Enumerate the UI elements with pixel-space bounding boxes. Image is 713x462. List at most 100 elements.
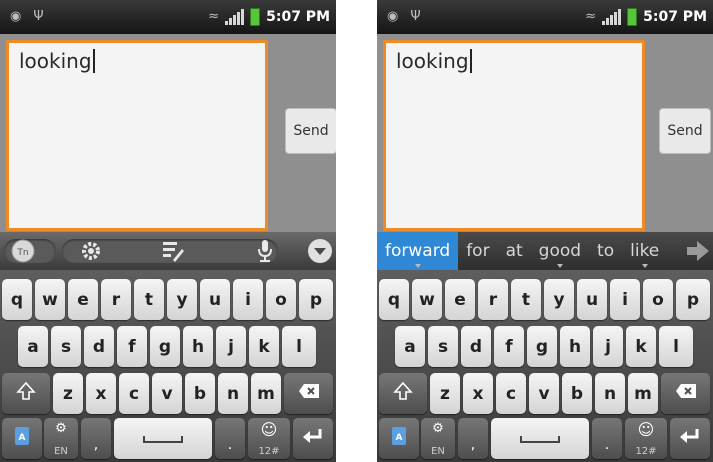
shift-icon (16, 381, 36, 406)
settings-icon: ⚙ (55, 421, 67, 436)
message-input[interactable]: looking (383, 40, 645, 231)
microphone-icon[interactable] (250, 232, 280, 270)
next-arrow-icon[interactable] (685, 239, 713, 263)
suggestion-word[interactable]: like (622, 232, 667, 270)
key-k[interactable]: k (249, 326, 279, 367)
comma-key[interactable]: , (81, 418, 111, 459)
key-g[interactable]: g (527, 326, 557, 367)
usb-icon: Ψ (410, 9, 421, 24)
key-y[interactable]: y (167, 279, 197, 320)
key-p[interactable]: p (676, 279, 710, 320)
key-n[interactable]: n (218, 373, 248, 414)
key-i[interactable]: i (610, 279, 640, 320)
key-e[interactable]: e (68, 279, 98, 320)
key-f[interactable]: f (117, 326, 147, 367)
period-key[interactable]: . (592, 418, 622, 459)
suggestion-word[interactable]: to (589, 232, 622, 270)
comma-label: , (93, 437, 99, 453)
enter-key[interactable] (293, 418, 333, 459)
input-method-icon[interactable]: Tn (8, 232, 38, 270)
key-s[interactable]: s (51, 326, 81, 367)
shift-key[interactable] (379, 373, 427, 414)
key-d[interactable]: d (461, 326, 491, 367)
key-d[interactable]: d (84, 326, 114, 367)
key-s[interactable]: s (428, 326, 458, 367)
suggestion-word[interactable]: forward (377, 232, 459, 270)
key-z[interactable]: z (53, 373, 83, 414)
key-o[interactable]: o (266, 279, 296, 320)
language-key[interactable]: ⚙ EN (44, 418, 78, 459)
edit-icon[interactable] (158, 232, 188, 270)
key-l[interactable]: l (282, 326, 316, 367)
status-bar: ◉ Ψ ≈ 5:07 PM (377, 0, 713, 34)
enter-key[interactable] (670, 418, 710, 459)
send-button[interactable]: Send (285, 108, 336, 154)
suggestion-word[interactable]: at (498, 232, 531, 270)
key-a[interactable]: a (395, 326, 425, 367)
key-j[interactable]: j (216, 326, 246, 367)
message-input[interactable]: looking (6, 40, 268, 231)
key-o[interactable]: o (643, 279, 673, 320)
svg-text:Tn: Tn (16, 248, 28, 258)
key-c[interactable]: c (119, 373, 149, 414)
key-n[interactable]: n (595, 373, 625, 414)
input-method-icon: A (391, 426, 407, 451)
key-h[interactable]: h (560, 326, 590, 367)
space-key[interactable] (114, 418, 212, 459)
text-cursor (469, 49, 472, 73)
key-m[interactable]: m (251, 373, 281, 414)
language-label: EN (54, 446, 68, 457)
symbol-key[interactable]: ☺ 12# (248, 418, 290, 459)
key-p[interactable]: p (299, 279, 333, 320)
key-t[interactable]: t (134, 279, 164, 320)
suggestion-word[interactable]: good (531, 232, 589, 270)
key-q[interactable]: q (379, 279, 409, 320)
shift-key[interactable] (2, 373, 50, 414)
language-key[interactable]: ⚙ EN (421, 418, 455, 459)
backspace-key[interactable] (661, 373, 710, 414)
key-r[interactable]: r (101, 279, 131, 320)
key-j[interactable]: j (593, 326, 623, 367)
send-button[interactable]: Send (659, 108, 711, 154)
key-f[interactable]: f (494, 326, 524, 367)
key-m[interactable]: m (628, 373, 658, 414)
key-y[interactable]: y (544, 279, 574, 320)
key-i[interactable]: i (233, 279, 263, 320)
key-e[interactable]: e (445, 279, 475, 320)
backspace-key[interactable] (284, 373, 333, 414)
key-x[interactable]: x (463, 373, 493, 414)
key-t[interactable]: t (511, 279, 541, 320)
key-u[interactable]: u (200, 279, 230, 320)
input-method-key[interactable]: A (379, 418, 419, 459)
key-r[interactable]: r (478, 279, 508, 320)
comma-key[interactable]: , (458, 418, 488, 459)
input-method-key[interactable]: A (2, 418, 42, 459)
key-x[interactable]: x (86, 373, 116, 414)
key-w[interactable]: w (412, 279, 442, 320)
key-c[interactable]: c (496, 373, 526, 414)
key-h[interactable]: h (183, 326, 213, 367)
space-key[interactable] (491, 418, 589, 459)
hide-keyboard-icon[interactable] (306, 232, 334, 270)
input-method-icon: A (14, 426, 30, 451)
key-u[interactable]: u (577, 279, 607, 320)
key-a[interactable]: a (18, 326, 48, 367)
suggestion-word[interactable]: for (458, 232, 497, 270)
key-w[interactable]: w (35, 279, 65, 320)
emoji-icon: ☺ (637, 420, 655, 439)
backspace-icon (675, 383, 697, 404)
symbol-label: 12# (258, 446, 280, 457)
key-g[interactable]: g (150, 326, 180, 367)
key-z[interactable]: z (430, 373, 460, 414)
key-v[interactable]: v (529, 373, 559, 414)
enter-icon (679, 427, 701, 450)
key-b[interactable]: b (562, 373, 592, 414)
key-v[interactable]: v (152, 373, 182, 414)
key-b[interactable]: b (185, 373, 215, 414)
period-key[interactable]: . (215, 418, 245, 459)
symbol-key[interactable]: ☺ 12# (625, 418, 667, 459)
settings-icon[interactable] (76, 232, 106, 270)
key-k[interactable]: k (626, 326, 656, 367)
key-l[interactable]: l (659, 326, 693, 367)
key-q[interactable]: q (2, 279, 32, 320)
